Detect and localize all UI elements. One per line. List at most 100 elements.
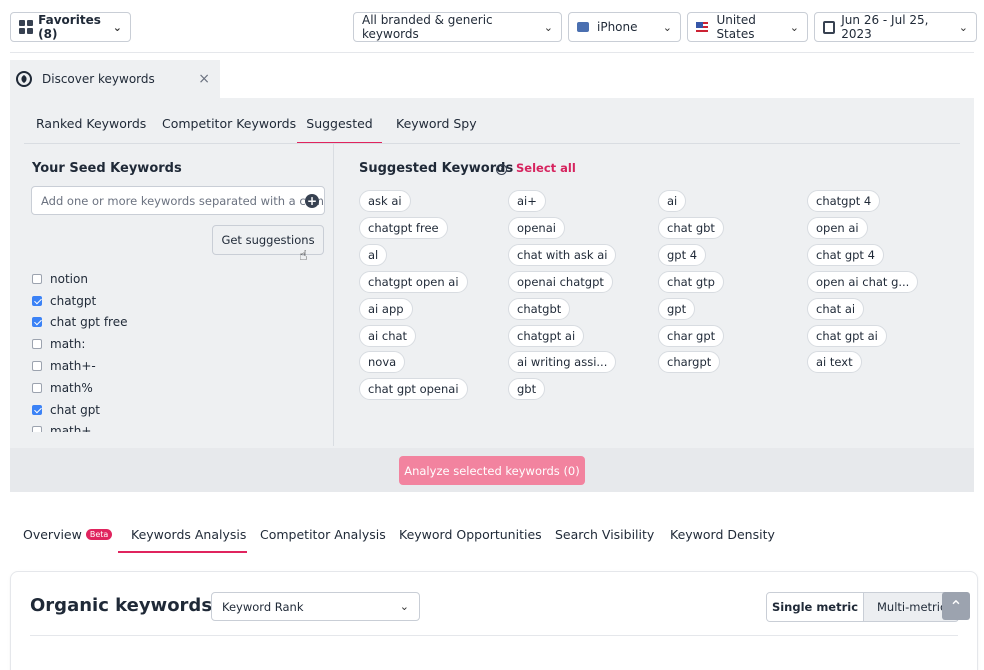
seed-keyword-label: math% [50, 380, 93, 395]
keyword-chip[interactable]: chat gtp [658, 270, 724, 293]
checkbox[interactable] [32, 361, 42, 372]
divider [333, 144, 334, 446]
keyword-type-dropdown[interactable]: All branded & generic keywords ⌄ [353, 12, 562, 42]
calendar-icon [823, 20, 836, 34]
keyword-chip[interactable]: chatgpt ai [508, 324, 585, 347]
date-range-label: Jun 26 - Jul 25, 2023 [841, 13, 929, 41]
keyword-chip[interactable]: chatgpt free [359, 216, 448, 239]
keyword-chip[interactable]: nova [359, 351, 406, 374]
date-range-dropdown[interactable]: Jun 26 - Jul 25, 2023 ⌄ [814, 12, 977, 42]
info-icon[interactable]: i [496, 164, 507, 175]
us-flag-icon [696, 21, 709, 33]
keyword-chip[interactable]: ai writing assi... [508, 351, 617, 374]
tab-suggested[interactable]: Suggested [297, 116, 382, 144]
tab-ranked-keywords[interactable]: Ranked Keywords [36, 116, 146, 144]
keyword-chip[interactable]: chat gpt 4 [807, 243, 884, 266]
keyword-chip[interactable]: chatgbt [508, 297, 571, 320]
keyword-chip[interactable]: chat with ask ai [508, 243, 617, 266]
divider [10, 52, 974, 53]
keyword-chip[interactable]: ai app [359, 297, 413, 320]
seed-keyword-label: chat gpt [50, 402, 101, 417]
beta-badge: Beta [85, 529, 113, 540]
keyword-chip[interactable]: openai [508, 216, 565, 239]
seed-input-placeholder: Add one or more keywords separated with … [41, 193, 325, 208]
device-dropdown[interactable]: iPhone ⌄ [568, 12, 681, 42]
metric-select-value: Keyword Rank [222, 599, 304, 614]
checkbox[interactable] [32, 317, 42, 328]
seed-keyword-item[interactable]: notion [32, 268, 322, 290]
seed-keyword-item[interactable]: math+- [32, 355, 322, 377]
keyword-chip[interactable]: chat gpt openai [359, 378, 468, 401]
seed-keyword-label: math: [50, 337, 86, 352]
checkbox[interactable] [32, 404, 42, 415]
keyword-type-label: All branded & generic keywords [362, 13, 493, 41]
chevron-down-icon: ⌄ [789, 20, 799, 34]
metric-toggle: Single metric Multi-metric [766, 592, 959, 622]
tab-keyword-spy[interactable]: Keyword Spy [396, 116, 477, 144]
keyword-chip[interactable]: open ai chat g... [807, 270, 919, 293]
tab-competitor-analysis[interactable]: Competitor Analysis [260, 527, 386, 542]
keyword-chip[interactable]: chat gbt [658, 216, 724, 239]
seed-keyword-item[interactable]: chat gpt free [32, 312, 322, 334]
chevron-down-icon: ⌄ [662, 20, 672, 34]
seed-keywords-title: Your Seed Keywords [32, 161, 182, 176]
scroll-to-top-icon[interactable]: ⌃ [942, 592, 970, 620]
seed-keyword-label: math+- [50, 359, 96, 374]
keyword-chip[interactable]: gpt [658, 297, 696, 320]
keyword-chip[interactable]: gbt [508, 378, 546, 401]
analyze-selected-button[interactable]: Analyze selected keywords (0) [399, 456, 585, 485]
checkbox[interactable] [32, 273, 42, 284]
select-all-link[interactable]: Select all [516, 161, 576, 175]
seed-keyword-item[interactable]: chat gpt [32, 399, 322, 421]
seed-keyword-label: chatgpt [50, 293, 97, 308]
device-icon [577, 22, 589, 32]
compass-icon [16, 71, 32, 87]
tab-search-visibility[interactable]: Search Visibility [555, 527, 654, 542]
seed-keyword-item[interactable]: math+ [32, 421, 322, 432]
keyword-chip[interactable]: ai [658, 190, 687, 212]
keyword-chip[interactable]: ai chat [359, 324, 417, 347]
keyword-chip[interactable]: chatgpt 4 [807, 190, 881, 212]
checkbox[interactable] [32, 339, 42, 350]
single-metric-button[interactable]: Single metric [767, 593, 864, 621]
tab-keyword-density[interactable]: Keyword Density [670, 527, 775, 542]
top-toolbar: Favorites (8) ⌄ All branded & generic ke… [0, 0, 984, 52]
chevron-down-icon: ⌄ [543, 20, 553, 34]
keyword-chip[interactable]: ai+ [508, 190, 546, 212]
seed-keyword-item[interactable]: chatgpt [32, 290, 322, 312]
keyword-chip[interactable]: open ai [807, 216, 868, 239]
tab-competitor-keywords[interactable]: Competitor Keywords [162, 116, 296, 144]
country-dropdown[interactable]: United States ⌄ [687, 12, 808, 42]
keyword-chip[interactable]: chargpt [658, 351, 721, 374]
country-label: United States [716, 13, 756, 41]
keyword-chip[interactable]: char gpt [658, 324, 725, 347]
suggested-keywords-title: Suggested Keywords [359, 161, 514, 176]
hand-cursor-icon: ☝ [299, 248, 308, 264]
keyword-chip[interactable]: ask ai [359, 190, 411, 212]
checkbox[interactable] [32, 426, 42, 432]
seed-keyword-item[interactable]: math: [32, 333, 322, 355]
keyword-chip[interactable]: ai text [807, 351, 862, 374]
seed-keyword-label: chat gpt free [50, 315, 128, 330]
tab-keyword-opportunities[interactable]: Keyword Opportunities [399, 527, 542, 542]
keyword-chip[interactable]: chat ai [807, 297, 865, 320]
metric-select[interactable]: Keyword Rank ⌄ [211, 592, 420, 621]
discover-keywords-tab[interactable]: Discover keywords × [10, 60, 220, 98]
chevron-down-icon: ⌄ [399, 600, 409, 613]
seed-keyword-item[interactable]: math% [32, 377, 322, 399]
keyword-chip[interactable]: openai chatgpt [508, 270, 613, 293]
checkbox[interactable] [32, 295, 42, 306]
close-icon[interactable]: × [198, 71, 210, 87]
checkbox[interactable] [32, 382, 42, 393]
tab-overview[interactable]: Overview Beta [23, 527, 113, 542]
keyword-chip[interactable]: chat gpt ai [807, 324, 887, 347]
keyword-chip[interactable]: al [359, 243, 388, 266]
tab-keywords-analysis[interactable]: Keywords Analysis [131, 527, 246, 542]
discover-tab-label: Discover keywords [42, 72, 155, 86]
add-icon[interactable]: + [305, 194, 319, 208]
seed-keyword-input[interactable]: Add one or more keywords separated with … [31, 186, 325, 215]
favorites-dropdown[interactable]: Favorites (8) ⌄ [10, 12, 131, 42]
keyword-chip[interactable]: gpt 4 [658, 243, 707, 266]
keyword-chip[interactable]: chatgpt open ai [359, 270, 468, 293]
multi-metric-button[interactable]: Multi-metric [877, 593, 946, 621]
